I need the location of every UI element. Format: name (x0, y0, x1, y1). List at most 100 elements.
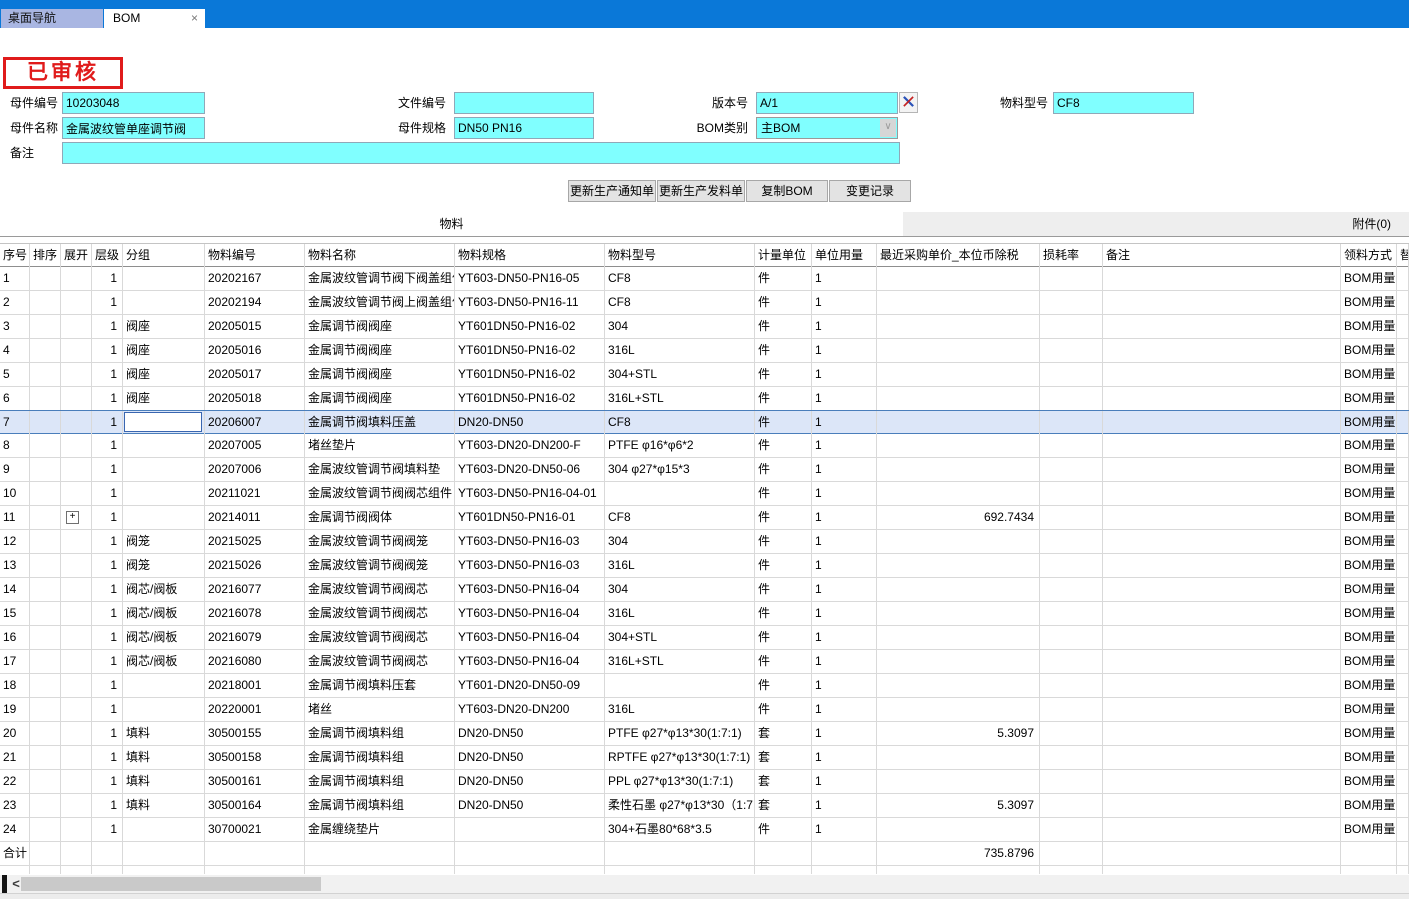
cell-alt[interactable] (1397, 602, 1409, 625)
cell-price[interactable] (877, 818, 1040, 841)
cell-seq[interactable]: 18 (0, 674, 30, 697)
cell-code[interactable]: 30500161 (205, 770, 305, 793)
cell-seq[interactable]: 16 (0, 626, 30, 649)
cell-group[interactable]: 阀芯/阀板 (123, 602, 205, 625)
table-row[interactable]: 151阀芯/阀板20216078金属波纹管调节阀阀芯YT603-DN50-PN1… (0, 602, 1409, 626)
col-header-code[interactable]: 物料编号 (205, 244, 305, 267)
cell-name[interactable]: 金属调节阀填料压套 (305, 674, 455, 697)
cell-pick[interactable]: BOM用量 (1341, 387, 1397, 410)
cell-loss[interactable] (1040, 315, 1103, 338)
cell-name[interactable]: 金属调节阀填料压盖 (305, 411, 455, 434)
cell-spec[interactable]: DN20-DN50 (455, 411, 605, 434)
cell-spec[interactable]: YT603-DN50-PN16-04-01 (455, 482, 605, 505)
cell-level[interactable]: 1 (92, 746, 123, 769)
cell-model[interactable]: CF8 (605, 267, 755, 290)
cell-model[interactable] (605, 482, 755, 505)
cell-alt[interactable] (1397, 674, 1409, 697)
cell-unit[interactable]: 件 (755, 578, 812, 601)
cell-note[interactable] (1103, 434, 1341, 457)
cell-name[interactable]: 金属调节阀阀体 (305, 506, 455, 529)
cell-qty[interactable]: 1 (812, 363, 877, 386)
cell-loss[interactable] (1040, 363, 1103, 386)
cell-price[interactable] (877, 674, 1040, 697)
cell-code[interactable]: 30500164 (205, 794, 305, 817)
cell-sort[interactable] (30, 650, 61, 673)
col-header-group[interactable]: 分组 (123, 244, 205, 267)
cell-unit[interactable]: 件 (755, 458, 812, 481)
cell-note[interactable] (1103, 291, 1341, 314)
cell-model[interactable]: 316L (605, 339, 755, 362)
cell-expand[interactable] (61, 674, 92, 697)
cell-expand[interactable] (61, 554, 92, 577)
cell-seq[interactable]: 7 (0, 411, 30, 434)
cell-price[interactable] (877, 698, 1040, 721)
cell-level[interactable]: 1 (92, 506, 123, 529)
cell-unit[interactable]: 件 (755, 411, 812, 434)
cell-alt[interactable] (1397, 698, 1409, 721)
cell-model[interactable]: 304 φ27*φ15*3 (605, 458, 755, 481)
cell-name[interactable]: 金属调节阀填料组 (305, 770, 455, 793)
cell-expand[interactable] (61, 602, 92, 625)
table-row[interactable]: 10120211021金属波纹管调节阀阀芯组件YT603-DN50-PN16-0… (0, 482, 1409, 506)
cell-seq[interactable]: 9 (0, 458, 30, 481)
cell-spec[interactable]: YT601DN50-PN16-01 (455, 506, 605, 529)
cell-level[interactable]: 1 (92, 818, 123, 841)
cell-alt[interactable] (1397, 434, 1409, 457)
cell-price[interactable] (877, 411, 1040, 434)
cell-note[interactable] (1103, 650, 1341, 673)
cell-group[interactable]: 阀笼 (123, 554, 205, 577)
table-row[interactable]: 161阀芯/阀板20216079金属波纹管调节阀阀芯YT603-DN50-PN1… (0, 626, 1409, 650)
cell-qty[interactable]: 1 (812, 650, 877, 673)
cell-pick[interactable]: BOM用量 (1341, 363, 1397, 386)
cell-pick[interactable]: BOM用量 (1341, 291, 1397, 314)
cell-code[interactable]: 20205016 (205, 339, 305, 362)
cell-level[interactable]: 1 (92, 698, 123, 721)
parent-name-input[interactable] (62, 117, 205, 139)
cell-expand[interactable] (61, 434, 92, 457)
cell-seq[interactable]: 3 (0, 315, 30, 338)
cell-seq[interactable]: 2 (0, 291, 30, 314)
cell-qty[interactable]: 1 (812, 722, 877, 745)
cell-seq[interactable]: 15 (0, 602, 30, 625)
cell-qty[interactable]: 1 (812, 626, 877, 649)
cell-alt[interactable] (1397, 770, 1409, 793)
cell-level[interactable]: 1 (92, 650, 123, 673)
cell-loss[interactable] (1040, 722, 1103, 745)
cell-unit[interactable]: 套 (755, 770, 812, 793)
cell-expand[interactable] (61, 722, 92, 745)
cell-level[interactable]: 1 (92, 434, 123, 457)
cell-level[interactable]: 1 (92, 554, 123, 577)
cell-loss[interactable] (1040, 339, 1103, 362)
cell-sort[interactable] (30, 267, 61, 290)
cell-qty[interactable]: 1 (812, 554, 877, 577)
cell-level[interactable]: 1 (92, 315, 123, 338)
cell-group[interactable] (123, 267, 205, 290)
cell-sort[interactable] (30, 674, 61, 697)
cell-unit[interactable]: 件 (755, 315, 812, 338)
table-row[interactable]: 11+120214011金属调节阀阀体YT601DN50-PN16-01CF8件… (0, 506, 1409, 530)
cell-price[interactable]: 5.3097 (877, 794, 1040, 817)
change-record-button[interactable]: 变更记录 (829, 180, 911, 202)
cell-pick[interactable]: BOM用量 (1341, 482, 1397, 505)
table-row[interactable]: 8120207005堵丝垫片YT603-DN20-DN200-FPTFE φ16… (0, 434, 1409, 458)
cell-expand[interactable]: + (61, 506, 92, 529)
cell-name[interactable]: 金属波纹管调节阀阀芯组件 (305, 482, 455, 505)
cell-note[interactable] (1103, 770, 1341, 793)
cell-loss[interactable] (1040, 674, 1103, 697)
cell-seq[interactable]: 1 (0, 267, 30, 290)
cell-note[interactable] (1103, 554, 1341, 577)
cell-group[interactable]: 阀座 (123, 363, 205, 386)
cell-qty[interactable]: 1 (812, 434, 877, 457)
cell-note[interactable] (1103, 411, 1341, 434)
cell-spec[interactable]: YT603-DN50-PN16-05 (455, 267, 605, 290)
cell-price[interactable] (877, 578, 1040, 601)
cell-note[interactable] (1103, 818, 1341, 841)
cell-note[interactable] (1103, 482, 1341, 505)
cell-pick[interactable]: BOM用量 (1341, 434, 1397, 457)
cell-model[interactable]: 316L (605, 698, 755, 721)
cell-sort[interactable] (30, 482, 61, 505)
cell-price[interactable] (877, 626, 1040, 649)
cell-sort[interactable] (30, 411, 61, 434)
cell-sort[interactable] (30, 746, 61, 769)
col-header-qty[interactable]: 单位用量 (812, 244, 877, 267)
